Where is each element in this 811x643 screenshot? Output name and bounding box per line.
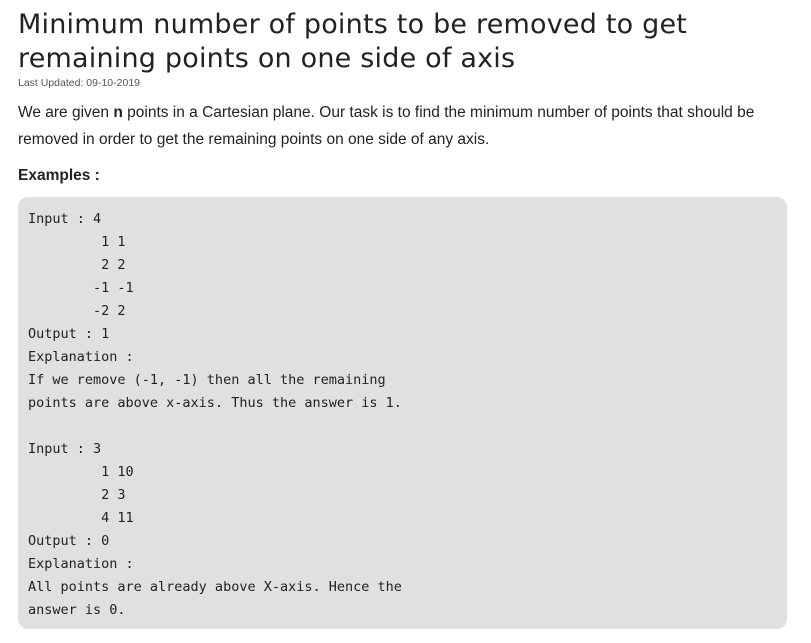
code-line: points are above x-axis. Thus the answer… [28,395,402,411]
example-code-block: Input : 4 1 1 2 2 -1 -1 -2 2 Output : 1 Ex… [18,197,787,629]
code-line: 1 10 [28,464,134,480]
last-updated-date: Last Updated: 09-10-2019 [18,77,141,89]
code-line: If we remove (-1, -1) then all the remai… [28,372,386,388]
code-line: Explanation : [28,349,134,365]
code-line: 2 2 [28,257,126,273]
code-line: Input : 4 [28,211,102,227]
code-line: -2 2 [28,303,126,319]
examples-heading: Examples : [18,167,100,184]
intro-text-before: We are given [18,104,114,121]
example-code-text: Input : 4 1 1 2 2 -1 -1 -2 2 Output : 1 Ex… [28,208,787,622]
code-line: answer is 0. [28,602,126,618]
code-line: Output : 0 [28,533,110,549]
code-line: -1 -1 [28,280,134,296]
code-line: 2 3 [28,487,126,503]
intro-paragraph: We are given n points in a Cartesian pla… [18,99,793,153]
article-title: Minimum number of points to be removed t… [18,9,688,74]
code-line: Explanation : [28,556,134,572]
code-line: Input : 3 [28,441,102,457]
code-line: 1 1 [28,234,126,250]
article-page: Minimum number of points to be removed t… [0,0,811,643]
code-line: All points are already above X-axis. Hen… [28,579,402,595]
intro-bold-n: n [113,104,123,121]
intro-text-after: points in a Cartesian plane. Our task is… [18,104,755,148]
code-line: 4 11 [28,510,134,526]
code-line: Output : 1 [28,326,110,342]
